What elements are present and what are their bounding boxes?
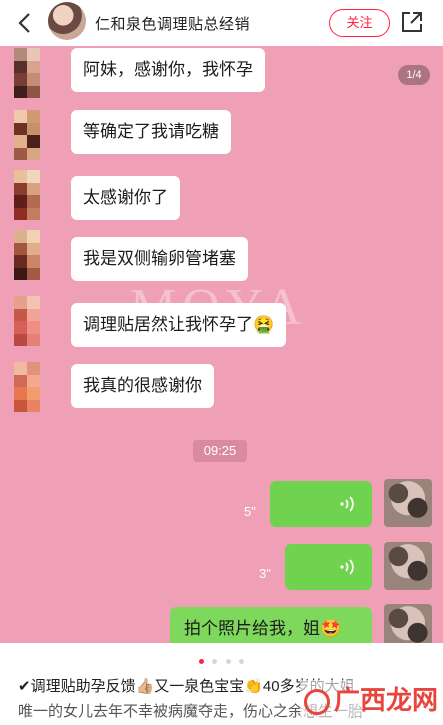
post-image[interactable]: 1/4 MOYA 阿妹，感谢你，我怀孕 等确定了我请吃糖: [0, 46, 443, 643]
sender-avatar: [14, 296, 40, 346]
chat-bubble: 等确定了我请吃糖: [71, 110, 231, 154]
back-arrow-icon[interactable]: [10, 8, 40, 38]
chat-bubble: 调理贴居然让我怀孕了🤮: [71, 303, 287, 347]
receiver-avatar: [384, 604, 432, 643]
sent-message: 拍个照片给我，姐🤩: [170, 607, 372, 643]
follow-button[interactable]: 关注: [329, 9, 390, 37]
receiver-avatar: [384, 479, 432, 527]
page-dot-active[interactable]: [198, 659, 204, 664]
chat-bubble: 太感谢你了: [71, 176, 180, 220]
author-avatar[interactable]: [48, 2, 86, 40]
page-dot[interactable]: [225, 659, 231, 664]
chat-timestamp: 09:25: [193, 440, 247, 462]
voice-message[interactable]: [285, 544, 372, 590]
sender-avatar: [14, 170, 40, 220]
sender-avatar: [14, 230, 40, 280]
chat-bubble: 阿妹，感谢你，我怀孕: [71, 48, 265, 92]
sender-avatar: [14, 362, 40, 412]
site-watermark-logo: 广西龙网: [300, 680, 443, 717]
voice-wave-icon: [340, 496, 354, 512]
top-bar: 仁和泉色调理贴总经销 关注: [0, 0, 443, 46]
voice-wave-icon: [340, 559, 354, 575]
chat-bubble: 我是双侧输卵管堵塞: [71, 237, 248, 281]
image-counter: 1/4: [398, 65, 430, 85]
voice-duration: 3": [259, 566, 271, 581]
sender-avatar: [14, 110, 40, 160]
share-icon[interactable]: [400, 10, 424, 34]
page-dot[interactable]: [212, 659, 218, 664]
sender-avatar: [14, 48, 40, 98]
receiver-avatar: [384, 542, 432, 590]
voice-message[interactable]: [270, 481, 372, 527]
image-pagination: [0, 651, 443, 664]
page-dot[interactable]: [239, 659, 245, 664]
logo-ring-icon: [304, 689, 330, 716]
author-name[interactable]: 仁和泉色调理贴总经销: [95, 13, 250, 34]
voice-duration: 5": [244, 504, 256, 519]
logo-text: 广西龙网: [334, 685, 439, 715]
chat-bubble: 我真的很感谢你: [71, 364, 214, 408]
